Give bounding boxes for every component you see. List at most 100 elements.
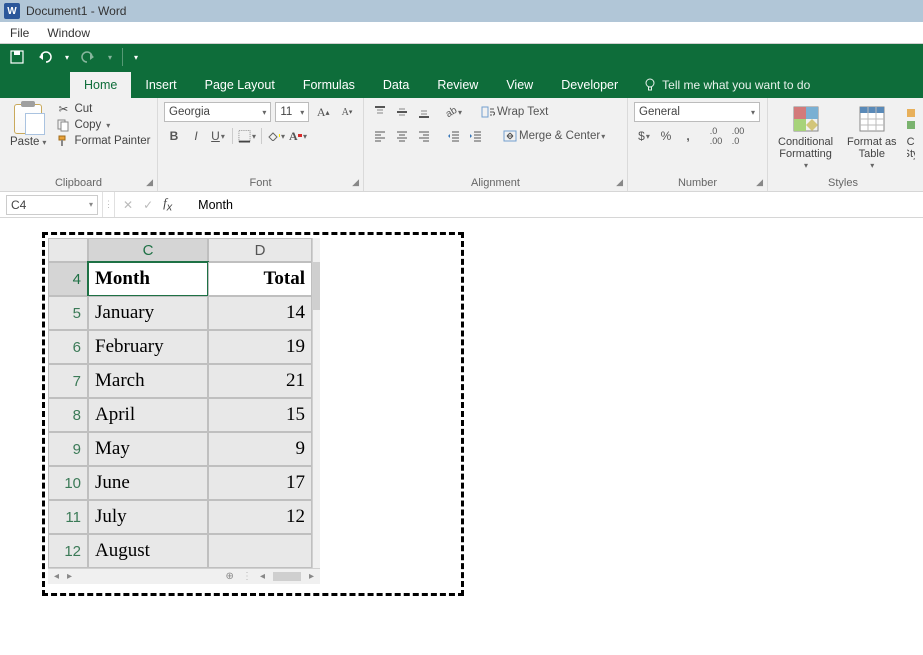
- tab-page-layout[interactable]: Page Layout: [191, 72, 289, 98]
- cut-button[interactable]: ✂Cut: [56, 102, 150, 116]
- dialog-launcher-icon[interactable]: ◢: [756, 177, 763, 188]
- font-name-combo[interactable]: Georgia▾: [164, 102, 271, 122]
- borders-button[interactable]: ▾: [237, 126, 257, 146]
- dialog-launcher-icon[interactable]: ◢: [146, 177, 153, 188]
- menu-file[interactable]: File: [10, 26, 29, 40]
- format-as-table-button[interactable]: Format as Table▾: [843, 102, 901, 173]
- cell-c5[interactable]: January: [88, 296, 208, 330]
- cell-c12[interactable]: August: [88, 534, 208, 568]
- hscroll-right-icon[interactable]: ▸: [309, 571, 314, 582]
- align-left-button[interactable]: [370, 126, 390, 146]
- tab-developer[interactable]: Developer: [547, 72, 632, 98]
- row-header-6[interactable]: 6: [48, 330, 88, 364]
- row-header-12[interactable]: 12: [48, 534, 88, 568]
- sheet-nav-next-icon[interactable]: ▸: [67, 571, 72, 582]
- decrease-font-button[interactable]: A▾: [337, 102, 357, 122]
- qat-customize-icon[interactable]: ▾: [134, 53, 138, 62]
- redo-button[interactable]: [79, 48, 97, 66]
- enter-formula-icon[interactable]: ✓: [143, 198, 153, 212]
- tab-review[interactable]: Review: [423, 72, 492, 98]
- wrap-text-button[interactable]: Wrap Text: [476, 102, 553, 122]
- increase-indent-button[interactable]: [466, 126, 486, 146]
- dialog-launcher-icon[interactable]: ◢: [616, 177, 623, 188]
- cell-d9[interactable]: 9: [208, 432, 312, 466]
- column-header-c[interactable]: C: [88, 238, 208, 262]
- cell-d4[interactable]: Total: [208, 262, 312, 296]
- conditional-formatting-button[interactable]: Conditional Formatting▾: [774, 102, 837, 173]
- hscroll-thumb[interactable]: [273, 572, 301, 581]
- cell-c11[interactable]: July: [88, 500, 208, 534]
- cell-styles-button[interactable]: C Sty: [907, 102, 915, 162]
- select-all-corner[interactable]: [48, 238, 88, 262]
- bold-button[interactable]: B: [164, 126, 184, 146]
- cell-d8[interactable]: 15: [208, 398, 312, 432]
- tab-scroll-handle[interactable]: ⋮: [242, 571, 252, 582]
- new-sheet-icon[interactable]: ⊕: [226, 571, 234, 582]
- column-header-d[interactable]: D: [208, 238, 312, 262]
- undo-button[interactable]: [36, 48, 54, 66]
- font-color-button[interactable]: A▾: [288, 126, 308, 146]
- align-center-button[interactable]: [392, 126, 412, 146]
- merge-center-button[interactable]: Merge & Center ▾: [498, 126, 610, 146]
- cell-c4[interactable]: Month: [88, 262, 208, 296]
- italic-button[interactable]: I: [186, 126, 206, 146]
- cancel-formula-icon[interactable]: ✕: [123, 198, 133, 212]
- increase-font-button[interactable]: A▴: [313, 102, 333, 122]
- name-box-handle[interactable]: ⋮: [102, 192, 114, 217]
- row-header-10[interactable]: 10: [48, 466, 88, 500]
- redo-dropdown-icon[interactable]: ▾: [108, 53, 112, 62]
- cell-d6[interactable]: 19: [208, 330, 312, 364]
- cell-c8[interactable]: April: [88, 398, 208, 432]
- tab-data[interactable]: Data: [369, 72, 423, 98]
- number-format-combo[interactable]: General▾: [634, 102, 760, 122]
- align-middle-button[interactable]: [392, 102, 412, 122]
- hscroll-left-icon[interactable]: ◂: [260, 571, 265, 582]
- comma-format-button[interactable]: ,: [678, 126, 698, 146]
- menu-window[interactable]: Window: [47, 26, 90, 40]
- format-painter-button[interactable]: Format Painter: [56, 134, 150, 148]
- row-header-8[interactable]: 8: [48, 398, 88, 432]
- cell-d7[interactable]: 21: [208, 364, 312, 398]
- formula-input[interactable]: [180, 198, 680, 212]
- row-header-9[interactable]: 9: [48, 432, 88, 466]
- cell-d12[interactable]: [208, 534, 312, 568]
- cell-c6[interactable]: February: [88, 330, 208, 364]
- row-header-5[interactable]: 5: [48, 296, 88, 330]
- name-box[interactable]: C4 ▾: [6, 195, 98, 215]
- cell-c7[interactable]: March: [88, 364, 208, 398]
- vertical-scrollbar[interactable]: [312, 238, 320, 568]
- row-header-4[interactable]: 4: [48, 262, 88, 296]
- row-header-11[interactable]: 11: [48, 500, 88, 534]
- font-size-combo[interactable]: 11▾: [275, 102, 309, 122]
- align-bottom-button[interactable]: [414, 102, 434, 122]
- orientation-button[interactable]: ab▾: [444, 102, 464, 122]
- increase-decimal-button[interactable]: .0.00: [706, 126, 726, 146]
- accounting-format-button[interactable]: $▾: [634, 126, 654, 146]
- undo-dropdown-icon[interactable]: ▾: [65, 53, 69, 62]
- fx-icon[interactable]: fx: [163, 195, 172, 214]
- cell-c10[interactable]: June: [88, 466, 208, 500]
- tab-insert[interactable]: Insert: [131, 72, 190, 98]
- tell-me-search[interactable]: Tell me what you want to do: [644, 78, 810, 98]
- embedded-object-frame[interactable]: C D 4 Month Total 5 January 14 6 Februar…: [42, 232, 464, 596]
- tab-home[interactable]: Home: [70, 72, 131, 98]
- fill-color-button[interactable]: ▾: [266, 126, 286, 146]
- decrease-decimal-button[interactable]: .00.0: [728, 126, 748, 146]
- row-header-7[interactable]: 7: [48, 364, 88, 398]
- decrease-indent-button[interactable]: [444, 126, 464, 146]
- cell-d11[interactable]: 12: [208, 500, 312, 534]
- cell-d5[interactable]: 14: [208, 296, 312, 330]
- sheet-nav-prev-icon[interactable]: ◂: [54, 571, 59, 582]
- underline-button[interactable]: U▾: [208, 126, 228, 146]
- scrollbar-thumb[interactable]: [313, 262, 320, 310]
- percent-format-button[interactable]: %: [656, 126, 676, 146]
- tab-view[interactable]: View: [492, 72, 547, 98]
- align-top-button[interactable]: [370, 102, 390, 122]
- cell-c9[interactable]: May: [88, 432, 208, 466]
- tab-formulas[interactable]: Formulas: [289, 72, 369, 98]
- spreadsheet-grid[interactable]: C D 4 Month Total 5 January 14 6 Februar…: [48, 238, 458, 590]
- paste-button[interactable]: Paste▾: [6, 102, 50, 150]
- copy-button[interactable]: Copy▾: [56, 118, 150, 132]
- dialog-launcher-icon[interactable]: ◢: [352, 177, 359, 188]
- align-right-button[interactable]: [414, 126, 434, 146]
